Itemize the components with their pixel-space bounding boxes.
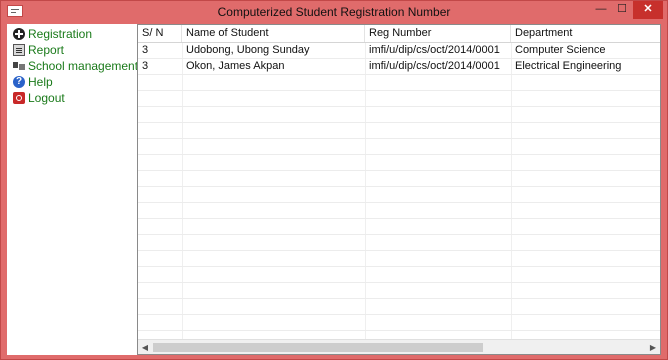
cell-name: Okon, James Akpan xyxy=(186,60,285,72)
maximize-button[interactable]: ☐ xyxy=(611,1,633,19)
empty-row xyxy=(138,219,660,235)
nav-item-logout[interactable]: Logout xyxy=(13,90,65,106)
client-area: Registration Report School management ? … xyxy=(7,24,661,355)
column-header-reg-number[interactable]: Reg Number xyxy=(365,25,511,42)
nav-item-label: Logout xyxy=(28,91,65,105)
empty-row xyxy=(138,203,660,219)
column-header-sn[interactable]: S/ N xyxy=(138,25,182,42)
empty-row xyxy=(138,315,660,331)
nav-item-registration[interactable]: Registration xyxy=(13,26,92,42)
window-title: Computerized Student Registration Number xyxy=(217,5,451,19)
cell-department: Electrical Engineering xyxy=(515,60,622,72)
table-row[interactable]: 3 Udobong, Ubong Sunday imfi/u/dip/cs/oc… xyxy=(138,43,660,59)
empty-row xyxy=(138,187,660,203)
empty-row xyxy=(138,267,660,283)
cell-name: Udobong, Ubong Sunday xyxy=(186,44,310,56)
nav-item-report[interactable]: Report xyxy=(13,42,64,58)
nav-item-label: Help xyxy=(28,75,53,89)
empty-row xyxy=(138,235,660,251)
empty-row xyxy=(138,299,660,315)
table-header: S/ N Name of Student Reg Number Departme… xyxy=(138,25,660,43)
nav-item-help[interactable]: ? Help xyxy=(13,74,53,90)
empty-row xyxy=(138,75,660,91)
column-header-department[interactable]: Department xyxy=(511,25,660,42)
scrollbar-thumb[interactable] xyxy=(153,343,483,352)
logout-icon xyxy=(13,92,25,104)
nav-item-label: Report xyxy=(28,43,65,57)
help-icon: ? xyxy=(13,76,25,88)
cell-reg-number: imfi/u/dip/cs/oct/2014/0001 xyxy=(369,44,500,56)
table-row[interactable]: 3 Okon, James Akpan imfi/u/dip/cs/oct/20… xyxy=(138,59,660,75)
cell-sn: 3 xyxy=(142,60,149,72)
empty-row xyxy=(138,91,660,107)
scroll-left-button[interactable]: ◀ xyxy=(138,340,152,354)
student-table[interactable]: S/ N Name of Student Reg Number Departme… xyxy=(137,24,661,355)
empty-row xyxy=(138,155,660,171)
close-button[interactable]: ✕ xyxy=(633,1,663,19)
empty-row xyxy=(138,251,660,267)
cell-department: Computer Science xyxy=(515,44,606,56)
nav-item-school-management[interactable]: School management xyxy=(13,58,138,74)
empty-row xyxy=(138,139,660,155)
nav-item-label: Registration xyxy=(28,27,93,41)
nav-item-label: School management xyxy=(28,59,139,73)
empty-row xyxy=(138,123,660,139)
table-body: 3 Udobong, Ubong Sunday imfi/u/dip/cs/oc… xyxy=(138,43,660,339)
plus-circle-icon xyxy=(13,28,25,40)
column-header-name[interactable]: Name of Student xyxy=(182,25,365,42)
empty-row xyxy=(138,283,660,299)
title-bar[interactable]: Computerized Student Registration Number… xyxy=(1,1,667,23)
empty-row xyxy=(138,171,660,187)
horizontal-scrollbar[interactable]: ◀ ▶ xyxy=(138,339,660,354)
nav-menu: Registration Report School management ? … xyxy=(7,24,138,355)
scroll-right-button[interactable]: ▶ xyxy=(646,340,660,354)
cell-sn: 3 xyxy=(142,44,149,56)
empty-row xyxy=(138,107,660,123)
school-icon xyxy=(13,60,25,72)
minimize-button[interactable]: — xyxy=(592,1,610,19)
report-icon xyxy=(13,44,25,56)
app-window: Computerized Student Registration Number… xyxy=(0,0,668,360)
cell-reg-number: imfi/u/dip/cs/oct/2014/0001 xyxy=(369,60,500,72)
